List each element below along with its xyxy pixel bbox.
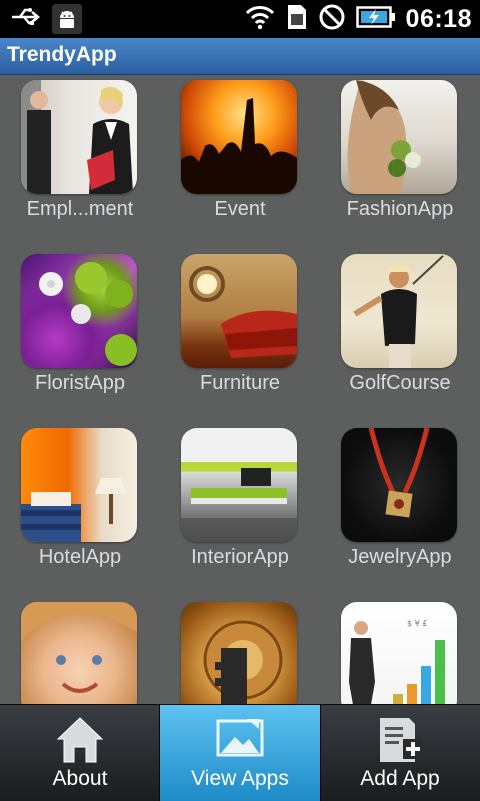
grid-item-event[interactable]: Event: [160, 74, 320, 248]
business-thumbnail: $ ¥ £: [341, 602, 457, 704]
interior-thumbnail: [181, 428, 297, 542]
grid-item-label: Empl...ment: [26, 198, 134, 220]
grid-item-label: FashionApp: [346, 198, 454, 220]
furniture-thumbnail: [181, 254, 297, 368]
wifi-icon: [244, 4, 276, 34]
kid-thumbnail: [21, 602, 137, 704]
grid-item-florist[interactable]: FloristApp: [0, 248, 160, 422]
app-title: TrendyApp: [7, 43, 117, 66]
tab-view-apps[interactable]: View Apps: [160, 705, 320, 801]
grid-item-furniture[interactable]: Furniture: [160, 248, 320, 422]
sim-icon: [286, 3, 308, 35]
hotel-thumbnail: [21, 428, 137, 542]
title-bar: TrendyApp: [0, 38, 480, 75]
grid-item-label: Event: [214, 198, 266, 220]
battery-charging-icon: [355, 5, 396, 33]
grid-item-employment[interactable]: Empl...ment: [0, 74, 160, 248]
grid-item-business[interactable]: $ ¥ £: [320, 596, 480, 704]
grid-item-interior[interactable]: InteriorApp: [160, 422, 320, 596]
grid-item-label: GolfCourse: [349, 372, 451, 394]
house-icon: [55, 715, 105, 765]
fashion-thumbnail: [341, 80, 457, 194]
tab-label: About: [52, 767, 108, 790]
grid-item-label: Furniture: [199, 372, 281, 394]
grid-item-key[interactable]: [160, 596, 320, 704]
app-grid: Empl...ment Event FashionApp FloristApp …: [0, 74, 480, 704]
tab-label: Add App: [360, 767, 440, 790]
grid-item-jewelry[interactable]: JewelryApp: [320, 422, 480, 596]
grid-item-golf[interactable]: GolfCourse: [320, 248, 480, 422]
no-signal-icon: [318, 3, 346, 35]
grid-item-fashion[interactable]: FashionApp: [320, 74, 480, 248]
bottom-tab-bar: About View Apps Add App: [0, 704, 480, 801]
tab-about[interactable]: About: [0, 705, 160, 801]
android-debug-icon: [52, 4, 82, 34]
tab-label: View Apps: [191, 767, 289, 790]
grid-item-label: InteriorApp: [191, 546, 289, 568]
usb-icon: [10, 6, 42, 32]
add-document-icon: [375, 715, 425, 765]
picture-icon: [215, 715, 265, 765]
grid-item-label: FloristApp: [34, 372, 126, 394]
golf-thumbnail: [341, 254, 457, 368]
event-thumbnail: [181, 80, 297, 194]
svg-text:$ ¥ £: $ ¥ £: [407, 619, 427, 628]
florist-thumbnail: [21, 254, 137, 368]
grid-item-hotel[interactable]: HotelApp: [0, 422, 160, 596]
jewelry-thumbnail: [341, 428, 457, 542]
key-thumbnail: [181, 602, 297, 704]
grid-item-label: JewelryApp: [348, 546, 452, 568]
grid-item-kid[interactable]: [0, 596, 160, 704]
employment-thumbnail: [21, 80, 137, 194]
grid-item-label: HotelApp: [38, 546, 122, 568]
tab-add-app[interactable]: Add App: [320, 705, 480, 801]
status-bar: 06:18: [0, 0, 480, 38]
clock: 06:18: [405, 4, 472, 33]
